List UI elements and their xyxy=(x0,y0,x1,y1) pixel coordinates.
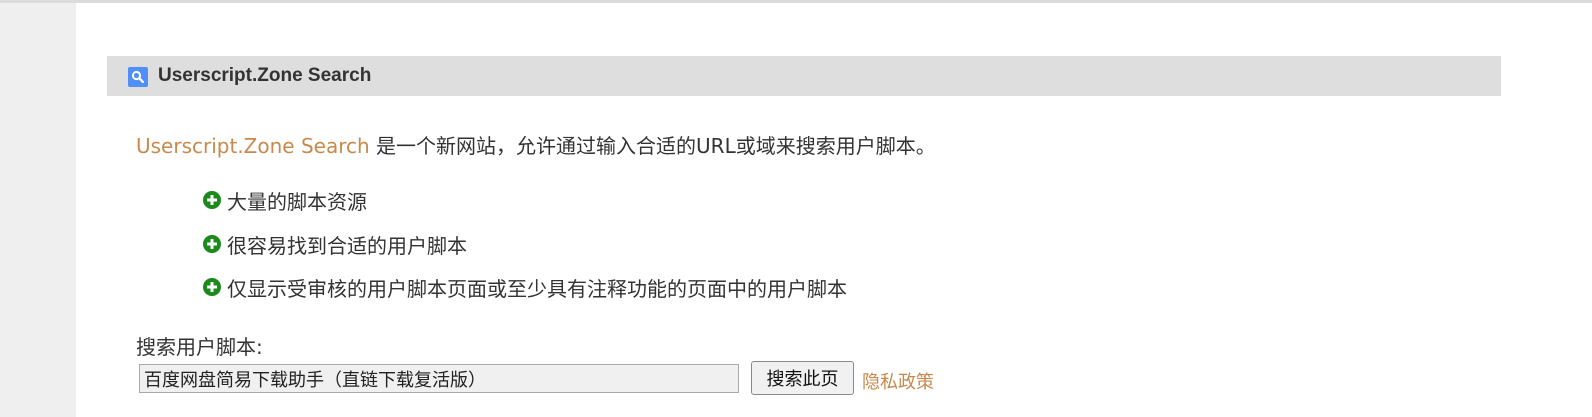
search-button[interactable]: 搜索此页 xyxy=(751,361,854,395)
feature-text: 大量的脚本资源 xyxy=(227,190,367,214)
feature-list: 大量的脚本资源 很容易找到合适的用户脚本 仅显示受审核的用户脚本页面或至少具有注… xyxy=(203,186,847,317)
plus-circle-icon xyxy=(203,191,221,209)
feature-text: 仅显示受审核的用户脚本页面或至少具有注释功能的页面中的用户脚本 xyxy=(227,277,847,301)
top-border xyxy=(0,0,1592,3)
list-item: 很容易找到合适的用户脚本 xyxy=(203,230,847,274)
intro-paragraph: Userscript.Zone Search 是一个新网站，允许通过输入合适的U… xyxy=(136,130,936,159)
search-icon xyxy=(128,67,148,87)
intro-brand-link[interactable]: Userscript.Zone Search xyxy=(136,134,370,158)
feature-text: 很容易找到合适的用户脚本 xyxy=(227,233,467,258)
search-label: 搜索用户脚本: xyxy=(136,335,263,359)
list-item: 仅显示受审核的用户脚本页面或至少具有注释功能的页面中的用户脚本 xyxy=(203,273,847,317)
search-input[interactable] xyxy=(139,364,739,393)
list-item: 大量的脚本资源 xyxy=(203,186,847,230)
plus-circle-icon xyxy=(203,234,221,253)
privacy-policy-link[interactable]: 隐私政策 xyxy=(862,368,934,394)
left-gutter xyxy=(0,3,76,417)
panel-title: Userscript.Zone Search xyxy=(158,65,372,86)
plus-circle-icon xyxy=(203,278,221,296)
intro-text: 是一个新网站，允许通过输入合适的URL或域来搜索用户脚本。 xyxy=(369,134,936,158)
panel-header: Userscript.Zone Search xyxy=(107,56,1501,96)
